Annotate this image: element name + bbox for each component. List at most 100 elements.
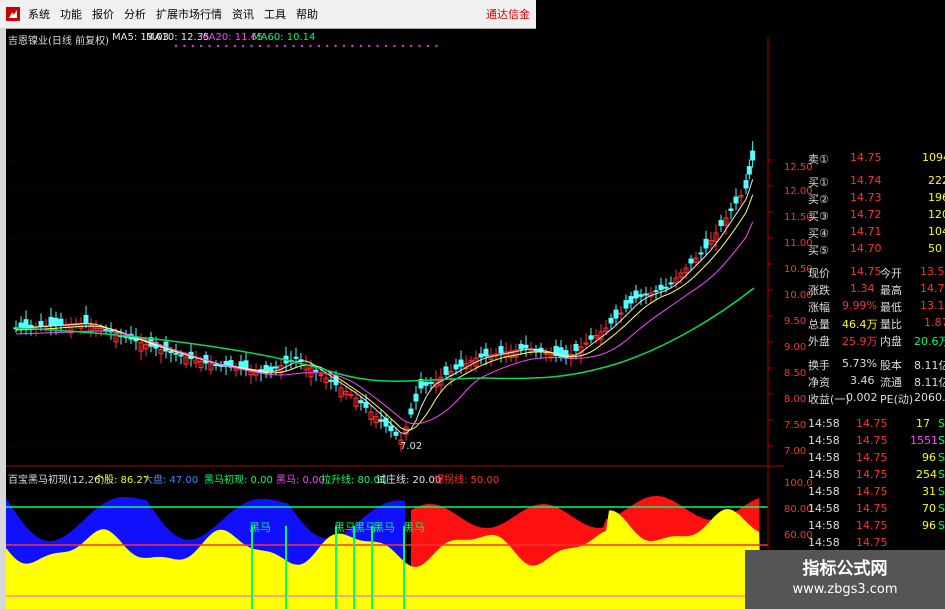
menu-item-extended-market[interactable]: 扩展市场行情 xyxy=(156,6,222,22)
candle-body xyxy=(483,348,489,357)
signal-dot xyxy=(208,44,211,48)
indicator-test-line: 试庄线: 20.00 xyxy=(376,475,442,486)
order-row[interactable]: 买④14.71104 xyxy=(806,224,945,240)
candle-body xyxy=(688,258,694,264)
signal-dot xyxy=(418,44,421,48)
menu-item-tools[interactable]: 工具 xyxy=(264,6,286,22)
candle-body xyxy=(668,282,674,285)
candle-body xyxy=(328,379,334,382)
candle-body xyxy=(313,369,319,372)
menu-item-help[interactable]: 帮助 xyxy=(296,6,318,22)
signal-dot xyxy=(250,44,253,48)
candle-body xyxy=(178,354,184,357)
signal-dot xyxy=(275,44,278,48)
indicator-title: 百宝黑马初现(12,26) xyxy=(8,475,105,486)
tick-row: 14:58 14.75 xyxy=(808,536,888,549)
candle-body xyxy=(478,353,484,358)
dark-horse-marker: 黑马 xyxy=(373,521,395,534)
signal-dot xyxy=(300,44,304,48)
menu-item-analysis[interactable]: 分析 xyxy=(124,6,146,22)
candle-body xyxy=(23,319,29,328)
stat-row: 总量46.4万量比1.87 xyxy=(808,316,945,331)
app-logo-icon xyxy=(6,7,20,21)
candle-body xyxy=(703,238,709,249)
candle-body xyxy=(53,317,59,326)
order-row[interactable]: 买⑤ 14.70 50 xyxy=(806,241,945,257)
signal-dot xyxy=(233,44,236,48)
stat-row: 现价14.75今开13.50 xyxy=(808,265,945,280)
y-tick: 9.00 xyxy=(784,342,807,353)
indicator-panel xyxy=(6,496,768,609)
signal-dot xyxy=(267,44,270,48)
watermark-title: 指标公式网 xyxy=(802,559,888,579)
tick-row: 14:58 14.75 96 S xyxy=(808,451,945,464)
candle-body xyxy=(388,425,394,432)
candle-body xyxy=(533,349,539,352)
indicator-break-line: 爆拐线: 50.00 xyxy=(434,475,500,486)
candle-body xyxy=(378,419,384,422)
candle-body xyxy=(393,431,399,436)
candle-body xyxy=(318,374,324,377)
candle-body xyxy=(698,252,704,255)
candle-body xyxy=(293,356,299,359)
candle-body xyxy=(83,314,89,324)
ma60-label: MA60: 10.14 xyxy=(252,32,316,43)
candle-body xyxy=(173,352,179,355)
candle-body xyxy=(423,381,429,386)
signal-dot xyxy=(326,44,329,48)
signal-dot xyxy=(183,44,186,48)
indicator-stock-value: 个股: 86.27 xyxy=(94,475,150,486)
stat-row: 涨跌1.34最高14.75 xyxy=(808,282,945,297)
candle-body xyxy=(428,381,434,384)
candle-body xyxy=(58,318,64,326)
candle-body xyxy=(623,300,629,309)
candle-body xyxy=(663,286,669,289)
candle-body xyxy=(718,220,724,226)
menu-item-quotes[interactable]: 报价 xyxy=(92,6,114,22)
menu-item-system[interactable]: 系统 xyxy=(28,6,50,22)
signal-dot xyxy=(174,44,178,48)
candle-body xyxy=(358,400,364,404)
signal-dot xyxy=(334,44,337,48)
moving-average-lines xyxy=(15,179,755,434)
ma5-line xyxy=(15,179,754,434)
candle-body xyxy=(608,317,614,324)
candle-body xyxy=(633,290,639,299)
dark-horse-marker: 黑马 xyxy=(249,521,271,534)
candle-body xyxy=(458,359,464,367)
order-row[interactable]: 卖①14.751094 xyxy=(806,150,945,166)
ma10-line xyxy=(15,194,754,431)
signal-dot xyxy=(351,44,354,48)
tick-row: 14:58 14.75 1551 S xyxy=(808,434,945,447)
order-row[interactable]: 买①14.74222 xyxy=(806,173,945,189)
signal-dot xyxy=(200,44,203,48)
signal-dot xyxy=(376,44,379,48)
candle-body xyxy=(363,402,369,408)
candle-body xyxy=(213,364,219,367)
y-tick: 7.00 xyxy=(784,446,807,457)
dark-horse-marker: 黑马 xyxy=(403,521,425,534)
signal-dot xyxy=(435,44,438,48)
menu-item-function[interactable]: 功能 xyxy=(60,6,82,22)
y-tick: 9.50 xyxy=(784,316,807,327)
candle-body xyxy=(103,328,109,331)
signal-dot xyxy=(242,44,245,48)
candle-body xyxy=(168,350,174,353)
candle-body xyxy=(653,290,659,293)
stat-row: 外盘 25.9万 内盘 20.6万 xyxy=(808,335,945,348)
signal-dot xyxy=(309,44,312,48)
candle-body xyxy=(453,364,459,370)
tick-row: 14:58 14.75 31 S xyxy=(808,485,945,498)
order-row[interactable]: 买③14.72120 xyxy=(806,207,945,223)
tick-row: 14:58 14.75 70 S xyxy=(808,502,945,515)
order-row[interactable]: 买②14.73196 xyxy=(806,190,945,206)
candle-body xyxy=(733,196,739,204)
menu-item-news[interactable]: 资讯 xyxy=(232,6,254,22)
signal-dot xyxy=(410,44,413,48)
menu-bar: 系统 功能 报价 分析 扩展市场行情 资讯 工具 帮助 通达信金 xyxy=(0,0,536,29)
signal-dot xyxy=(384,44,388,48)
candle-body xyxy=(48,316,54,326)
candle-body xyxy=(628,296,634,304)
candle-body xyxy=(573,344,579,351)
candle-body xyxy=(218,364,224,367)
